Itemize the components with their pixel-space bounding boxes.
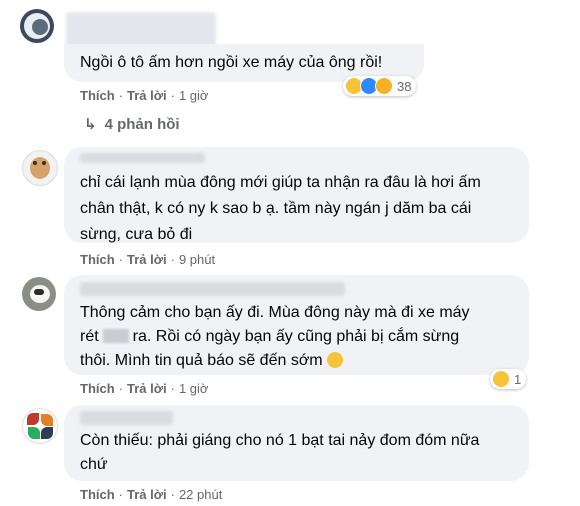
- reply-arrow-icon: ↳: [84, 116, 97, 133]
- comment-actions: Thích · Trả lời · 1 giờ: [80, 381, 209, 396]
- comment-actions: Thích · Trả lời · 1 giờ: [80, 88, 209, 103]
- sad-icon: [375, 77, 393, 95]
- reaction-count[interactable]: 1: [490, 369, 527, 389]
- like-button[interactable]: Thích: [80, 487, 115, 502]
- like-button[interactable]: Thích: [80, 252, 115, 267]
- haha-icon: [492, 370, 510, 388]
- comment-line: sừng, cưa bỏ đi: [80, 226, 193, 243]
- reaction-count-label: 38: [397, 78, 412, 94]
- reaction-count-label: 1: [514, 371, 522, 387]
- comment-text: Còn thiếu: phải giáng cho nó 1 bạt tai n…: [80, 430, 479, 476]
- view-replies-link[interactable]: ↳ 4 phản hồi: [84, 115, 180, 133]
- comment-line: Còn thiếu: phải giáng cho nó 1 bạt tai n…: [80, 432, 480, 449]
- like-button[interactable]: Thích: [80, 381, 115, 396]
- reply-button[interactable]: Trả lời: [127, 252, 167, 267]
- avatar[interactable]: [22, 408, 58, 444]
- comment-line: rét ra. Rồi có ngày bạn ấy cũng phải bị c…: [80, 326, 470, 348]
- avatar[interactable]: [22, 150, 58, 186]
- comment-fragment: rét: [80, 328, 99, 345]
- reply-button[interactable]: Trả lời: [127, 381, 167, 396]
- comment-time[interactable]: 9 phút: [179, 252, 215, 267]
- replies-label: 4 phản hồi: [104, 116, 180, 133]
- avatar[interactable]: [22, 277, 56, 311]
- comment-actions: Thích · Trả lời · 9 phút: [80, 252, 216, 267]
- reply-button[interactable]: Trả lời: [127, 487, 167, 502]
- comment-line: thôi. Mình tin quả báo sẽ đến sớm: [80, 350, 470, 372]
- comment-text: chỉ cái lạnh mùa đông mới giúp ta nhận r…: [80, 172, 481, 246]
- comment-time[interactable]: 1 giờ: [179, 88, 209, 103]
- comment-actions: Thích · Trả lời · 22 phút: [80, 487, 223, 502]
- reaction-count[interactable]: 38: [343, 76, 417, 96]
- comment-line: Thông cảm cho bạn ấy đi. Mùa đông này mà…: [80, 304, 470, 321]
- smile-emoji-icon: [327, 352, 344, 368]
- comment-fragment: thôi. Mình tin quả báo sẽ đến sớm: [80, 352, 323, 369]
- reply-button[interactable]: Trả lời: [127, 88, 167, 103]
- comment-line: chỉ cái lạnh mùa đông mới giúp ta nhận r…: [80, 174, 481, 191]
- comment-text: Thông cảm cho bạn ấy đi. Mùa đông này mà…: [80, 302, 470, 372]
- blurred-username: [80, 153, 205, 163]
- comment-text: Ngồi ô tô ấm hơn ngồi xe máy của ông rồi…: [80, 54, 383, 71]
- comment-fragment: ra. Rồi có ngày bạn ấy cũng phải bị cắm …: [132, 328, 460, 345]
- blurred-username: [80, 282, 345, 296]
- blurred-username: [80, 411, 173, 425]
- like-button[interactable]: Thích: [80, 88, 115, 103]
- censored-word: [102, 329, 129, 343]
- comment-time[interactable]: 1 giờ: [179, 381, 209, 396]
- comment-line: chứ: [80, 456, 108, 473]
- comment-time[interactable]: 22 phút: [179, 487, 222, 502]
- comment-line: chân thật, k có ny k sao b ạ. tầm này ng…: [80, 200, 472, 217]
- avatar[interactable]: [20, 9, 54, 43]
